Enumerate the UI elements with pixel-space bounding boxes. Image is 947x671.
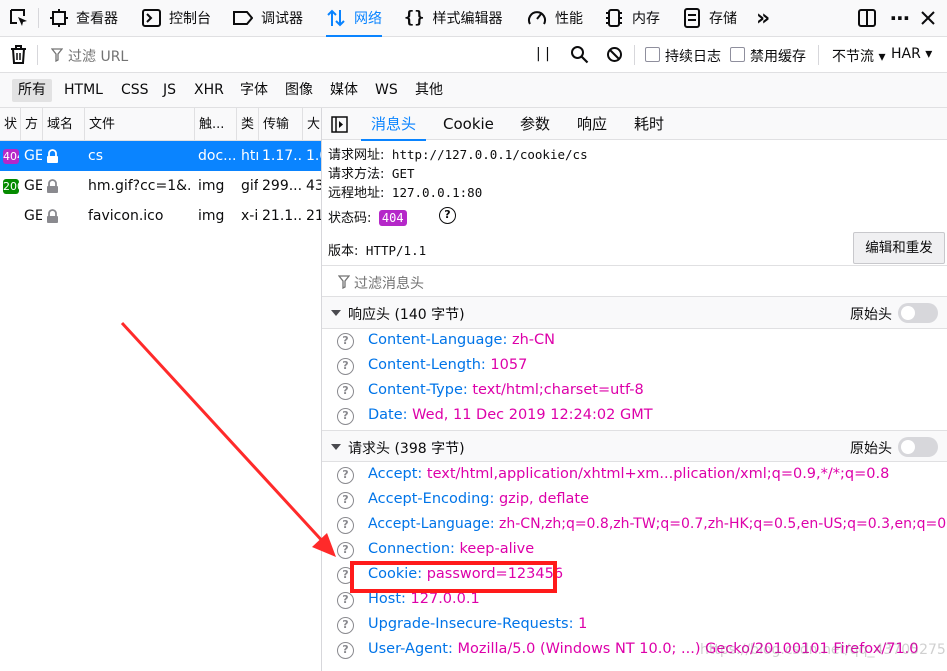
- annotation-arrowhead: [312, 533, 336, 557]
- cookie-highlight-box: [350, 561, 557, 593]
- annotation-arrow-line: [120, 321, 328, 547]
- watermark: https://blog.csdn.net/qq_43705275: [700, 642, 946, 658]
